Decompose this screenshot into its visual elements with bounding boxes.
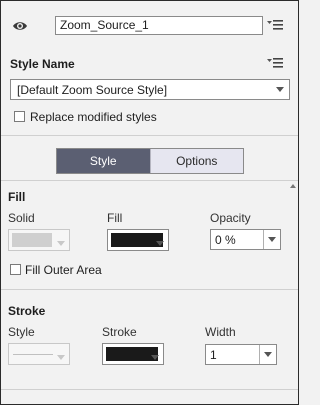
properties-panel: Zoom_Source_1 Style Name [Default Zoom S… (0, 0, 299, 405)
stroke-color-label: Stroke (102, 325, 137, 339)
panel-menu-icon[interactable] (267, 19, 283, 33)
opacity-select[interactable]: 0 % (210, 229, 281, 250)
tab-options[interactable]: Options (149, 149, 243, 173)
solid-fill-picker[interactable] (8, 229, 70, 251)
replace-modified-label: Replace modified styles (30, 110, 157, 124)
style-menu-icon[interactable] (267, 57, 283, 71)
stroke-color-picker[interactable] (102, 343, 164, 365)
eye-icon[interactable] (12, 18, 28, 34)
chevron-down-icon (57, 241, 65, 246)
style-name-label: Style Name (10, 57, 75, 71)
divider (1, 389, 298, 390)
line-style-preview (13, 354, 53, 355)
opacity-value: 0 % (215, 233, 236, 247)
stroke-style-picker[interactable] (8, 343, 70, 365)
stroke-width-value: 1 (210, 348, 217, 362)
style-name-dropdown[interactable]: [Default Zoom Source Style] (10, 79, 290, 100)
stroke-section-title: Stroke (8, 304, 46, 318)
stroke-width-select[interactable]: 1 (205, 344, 277, 365)
fill-section-title: Fill (8, 190, 26, 204)
fill-label: Fill (107, 211, 123, 225)
solid-label: Solid (8, 211, 35, 225)
chevron-down-icon (268, 237, 276, 242)
fill-outer-area-label: Fill Outer Area (25, 263, 102, 277)
fill-outer-area-checkbox[interactable] (10, 264, 21, 275)
replace-modified-checkbox[interactable] (14, 111, 25, 122)
chevron-down-icon (276, 87, 284, 92)
divider (1, 135, 298, 136)
fill-color-picker[interactable] (107, 229, 169, 251)
stroke-style-label: Style (8, 325, 35, 339)
chevron-down-icon (57, 355, 65, 360)
divider (1, 289, 298, 290)
solid-swatch (12, 233, 52, 247)
chevron-down-icon (156, 241, 164, 246)
chevron-down-icon (264, 352, 272, 357)
divider (1, 180, 298, 181)
stroke-width-label: Width (205, 325, 236, 339)
tab-style[interactable]: Style (57, 149, 150, 173)
style-name-value: [Default Zoom Source Style] (17, 83, 168, 97)
chevron-down-icon (151, 355, 159, 360)
stroke-width-dropdown-button[interactable] (259, 345, 276, 364)
opacity-label: Opacity (210, 211, 251, 225)
scroll-up-icon[interactable] (290, 184, 296, 188)
opacity-dropdown-button[interactable] (263, 230, 280, 249)
style-options-tabs: Style Options (56, 148, 244, 174)
object-name-input[interactable]: Zoom_Source_1 (55, 16, 263, 35)
